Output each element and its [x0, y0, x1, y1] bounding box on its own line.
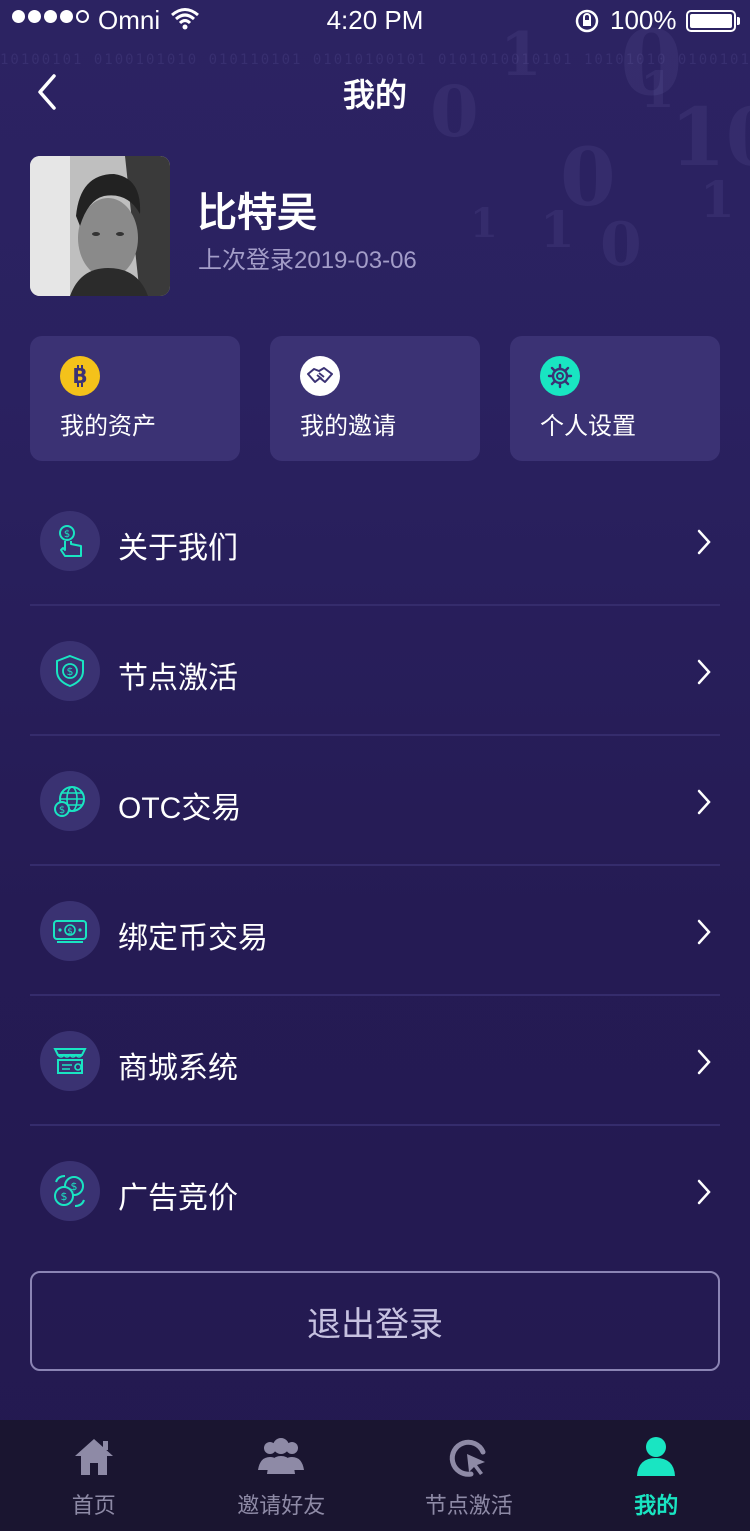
svg-text:B: B [72, 364, 87, 388]
username: 比特吴 [197, 191, 317, 235]
menu-item-label: 广告竞价 [118, 1182, 238, 1215]
menu-item-label: 商城系统 [118, 1052, 238, 1085]
battery-icon [686, 10, 740, 32]
page-title: 我的 [342, 77, 407, 113]
quick-actions: B 我的资产 我的邀请 个人设置 [30, 336, 720, 461]
tab-invite-friends[interactable]: 邀请好友 [188, 1420, 376, 1531]
chevron-right-icon [697, 789, 711, 815]
menu-item-label: OTC交易 [118, 792, 242, 825]
gear-icon [540, 356, 580, 396]
card-label: 我的邀请 [300, 413, 396, 440]
avatar[interactable] [30, 156, 170, 296]
menu-item-about-us[interactable]: $ 关于我们 [30, 476, 720, 606]
card-personal-settings[interactable]: 个人设置 [510, 336, 720, 461]
menu-item-label: 节点激活 [118, 662, 238, 695]
logout-button[interactable]: 退出登录 [30, 1271, 720, 1371]
tab-mine[interactable]: 我的 [563, 1420, 750, 1531]
chevron-right-icon [697, 659, 711, 685]
tab-bar: 首页 邀请好友 节点激活 我的 [0, 1420, 750, 1531]
status-bar: Omni 4:20 PM 100% [0, 0, 750, 40]
battery-percent: 100% [610, 5, 677, 35]
menu-list: $ 关于我们 $ 节点激活 $ OTC交易 $ 绑定币交易 商城系统 $ $ 广… [30, 476, 720, 1256]
chevron-right-icon [697, 529, 711, 555]
svg-text:$: $ [67, 927, 73, 937]
tab-label: 节点激活 [424, 1493, 513, 1518]
menu-item-label: 关于我们 [118, 532, 238, 565]
tab-home[interactable]: 首页 [0, 1420, 188, 1531]
tab-label: 首页 [71, 1493, 116, 1518]
navigation-bar: 我的 [0, 60, 750, 124]
person-icon [637, 1437, 676, 1476]
handshake-icon [300, 356, 340, 396]
store-icon [40, 1031, 100, 1091]
svg-text:$: $ [67, 665, 74, 678]
menu-item-ad-bidding[interactable]: $ $ 广告竞价 [30, 1126, 720, 1256]
svg-text:$: $ [64, 529, 70, 540]
home-icon [74, 1439, 113, 1475]
chevron-right-icon [697, 919, 711, 945]
menu-item-otc-trade[interactable]: $ OTC交易 [30, 736, 720, 866]
card-my-assets[interactable]: B 我的资产 [30, 336, 240, 461]
tab-label: 邀请好友 [237, 1493, 326, 1518]
last-login-date: 上次登录2019-03-06 [198, 247, 417, 274]
rotation-lock-icon [575, 9, 599, 33]
menu-item-node-activation[interactable]: $ 节点激活 [30, 606, 720, 736]
chevron-right-icon [697, 1049, 711, 1075]
menu-item-bound-coin-trade[interactable]: $ 绑定币交易 [30, 866, 720, 996]
node-cursor-icon [449, 1439, 486, 1477]
cash-icon: $ [40, 901, 100, 961]
svg-text:$: $ [61, 1190, 68, 1203]
card-label: 我的资产 [60, 413, 156, 440]
bitcoin-icon: B [60, 356, 100, 396]
globe-dollar-icon: $ [40, 771, 100, 831]
hand-coin-icon: $ [40, 511, 100, 571]
avatar-portrait [30, 156, 170, 296]
menu-item-label: 绑定币交易 [118, 922, 268, 955]
coin-exchange-icon: $ $ [40, 1161, 100, 1221]
tab-label: 我的 [634, 1493, 679, 1518]
menu-item-mall-system[interactable]: 商城系统 [30, 996, 720, 1126]
svg-text:$: $ [59, 805, 65, 816]
tab-node-activation[interactable]: 节点激活 [375, 1420, 563, 1531]
card-my-invites[interactable]: 我的邀请 [270, 336, 480, 461]
people-icon [258, 1438, 305, 1474]
shield-dollar-icon: $ [40, 641, 100, 701]
card-label: 个人设置 [540, 413, 636, 440]
chevron-right-icon [697, 1179, 711, 1205]
